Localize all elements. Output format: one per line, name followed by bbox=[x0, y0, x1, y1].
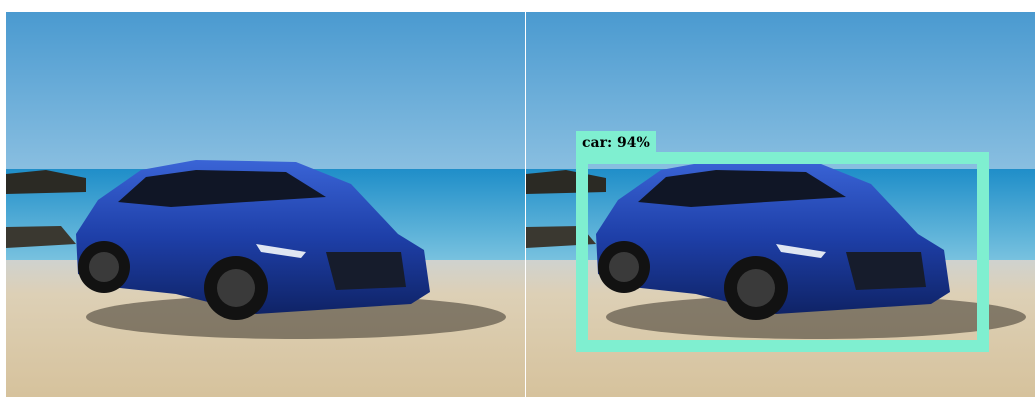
original-photo-panel bbox=[6, 12, 525, 397]
detection-result-panel: car: 94% bbox=[526, 12, 1035, 397]
beach-car-photo bbox=[6, 12, 525, 397]
beach-car-photo-detected bbox=[526, 12, 1035, 397]
detection-label: car: 94% bbox=[576, 131, 656, 155]
